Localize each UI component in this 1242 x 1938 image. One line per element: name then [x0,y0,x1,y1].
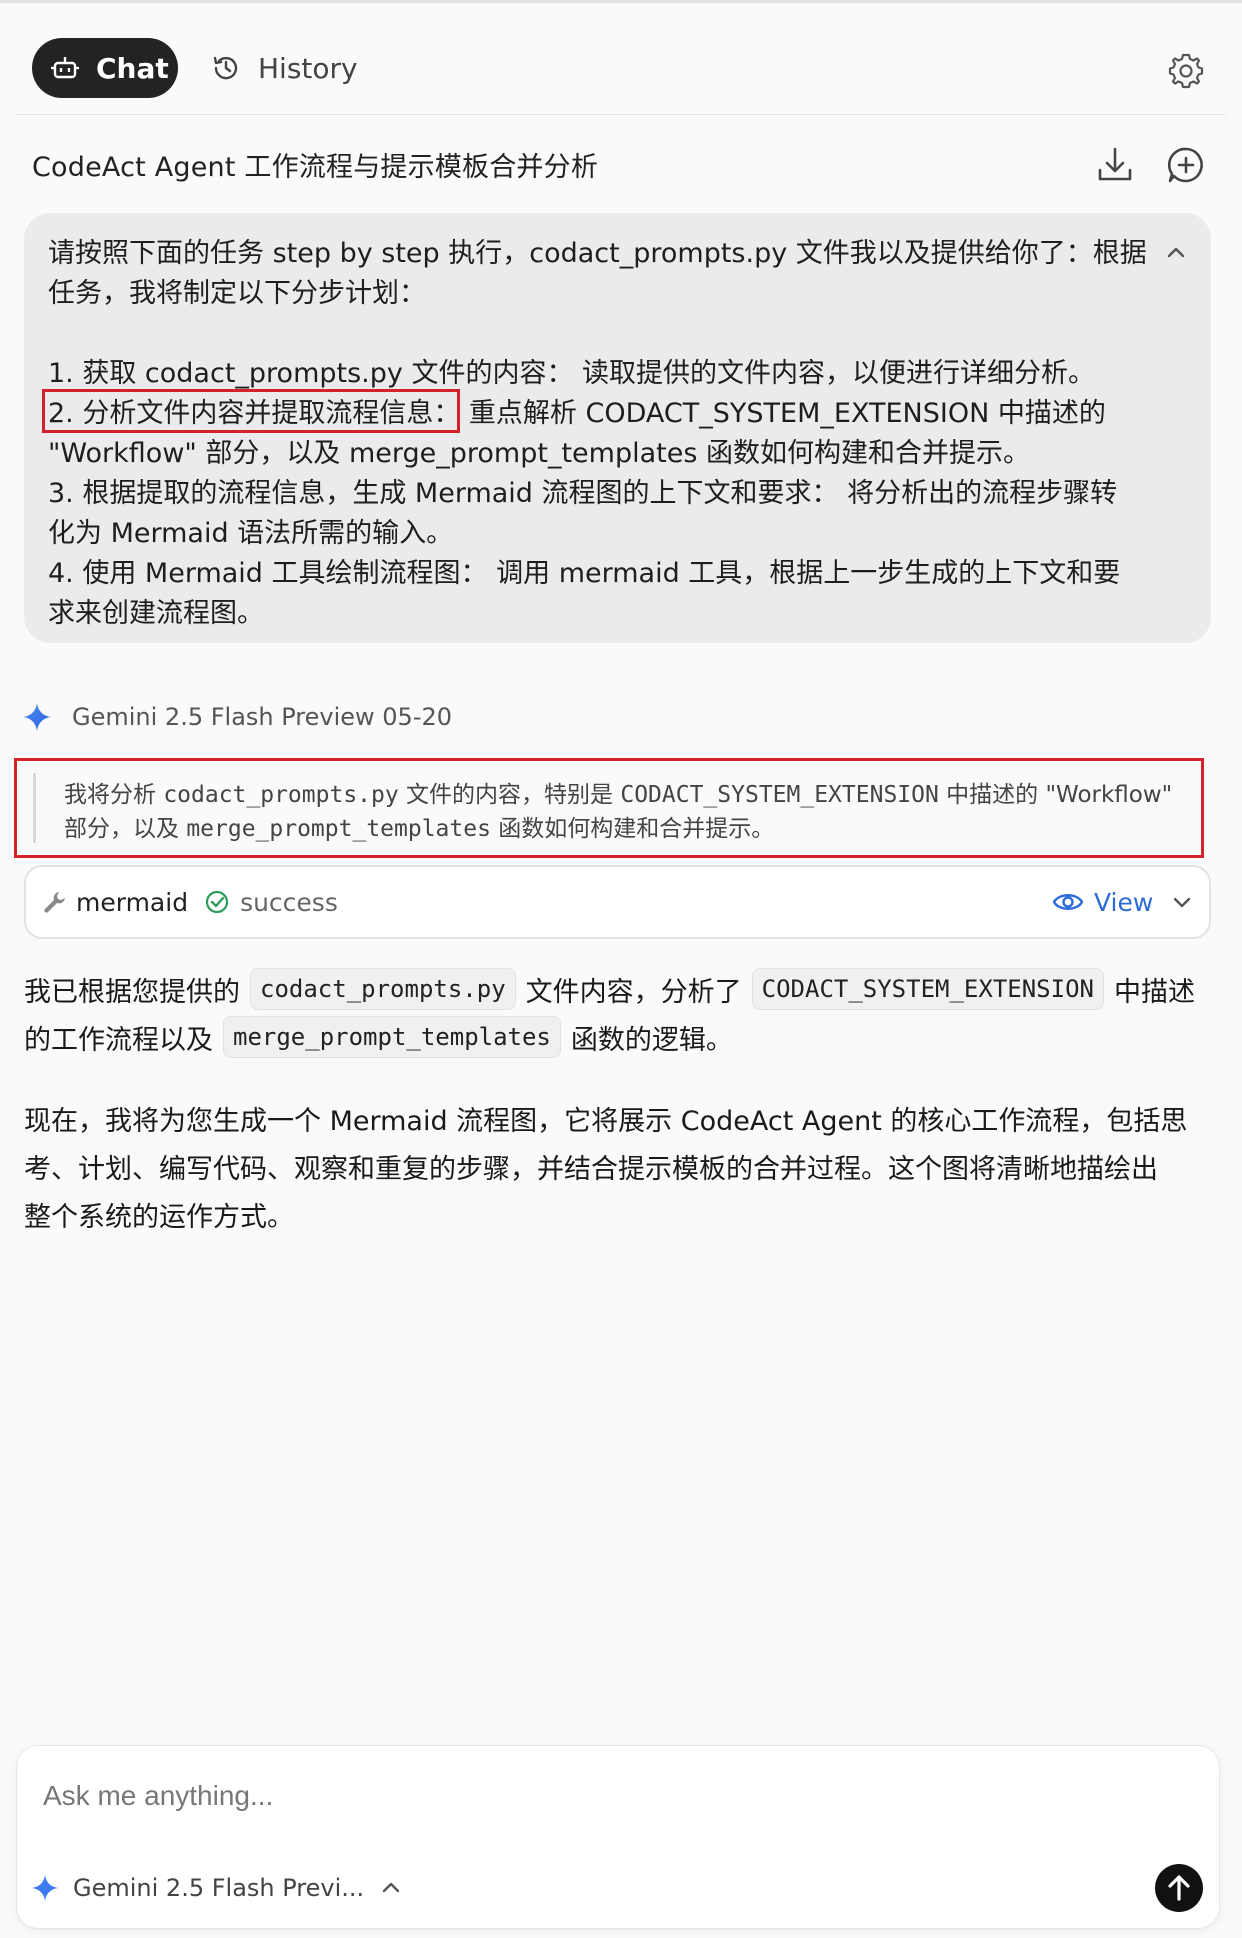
conversation-title: CodeAct Agent 工作流程与提示模板合并分析 [32,152,599,183]
expand-tool-button[interactable] [1168,867,1196,937]
response-text: 函数的逻辑。 [570,1024,733,1056]
settings-button[interactable] [1164,49,1208,93]
new-chat-button[interactable] [1164,143,1208,187]
download-button[interactable] [1093,143,1137,187]
user-message-line: 请按照下面的任务 step by step 执行，codact_prompts.… [48,238,1147,269]
thinking-line: 我将分析 codact_prompts.py 文件的内容，特别是 CODACT_… [64,775,1172,809]
download-icon [1093,147,1137,191]
response-text: 我已根据您提供的 [24,976,240,1008]
tool-call-info: mermaid success [42,867,338,937]
check-circle-icon [204,889,230,915]
history-icon [210,52,242,84]
response-line: 考、计划、编写代码、观察和重复的步骤，并结合提示模板的合并过程。这个图将清晰地描… [24,1154,1158,1185]
chevron-up-icon [1162,247,1190,271]
app-frame: Chat History CodeAct Agent 工作流程与提示模板合并分析… [0,0,1242,1938]
sparkle-icon [22,702,52,732]
response-line: 现在，我将为您生成一个 Mermaid 流程图，它将展示 CodeAct Age… [24,1106,1188,1137]
thinking-quote: 我将分析 codact_prompts.py 文件的内容，特别是 CODACT_… [33,773,1191,843]
tab-history-label: History [258,51,358,85]
response-text: 中描述 [1113,976,1195,1008]
thinking-text: 函数如何构建和合并提示。 [498,816,775,842]
header-divider [16,114,1226,115]
top-bar: Chat History [0,3,1242,113]
inline-code: CODACT_SYSTEM_EXTENSION [751,968,1104,1010]
tool-status: success [240,887,338,917]
user-message-line: "Workflow" 部分，以及 merge_prompt_templates … [48,438,1030,469]
thinking-highlight-box: 我将分析 codact_prompts.py 文件的内容，特别是 CODACT_… [14,758,1204,858]
user-message-line: 任务，我将制定以下分步计划： [48,278,426,309]
thinking-text: 我将分析 [64,782,156,808]
inline-code: merge_prompt_templates [223,1016,561,1058]
user-message-line: 化为 Mermaid 语法所需的输入。 [48,518,454,549]
thinking-text: 文件的内容，特别是 [406,782,614,808]
thinking-line: 部分，以及 merge_prompt_templates 函数如何构建和合并提示… [64,809,774,843]
wrench-icon [42,889,68,915]
user-message-line: 1. 获取 codact_prompts.py 文件的内容： 读取提供的文件内容… [48,358,1096,389]
thinking-text: 中描述的 "Workflow" [946,782,1173,808]
bot-icon [50,53,80,83]
model-selector-label: Gemini 2.5 Flash Previ... [73,1874,365,1902]
inline-code: codact_prompts.py [250,968,516,1010]
composer: Gemini 2.5 Flash Previ... [16,1745,1220,1929]
thinking-text: 部分，以及 [64,816,179,842]
response-text: 的工作流程以及 [24,1024,213,1056]
arrow-up-icon [1155,1875,1203,1916]
step-2-highlight-box [42,389,460,433]
prompt-input[interactable] [41,1770,1145,1822]
thinking-code: codact_prompts.py [163,782,399,808]
tab-history[interactable]: History [210,38,358,98]
response-text: 文件内容，分析了 [525,976,742,1008]
response-line: 我已根据您提供的 codact_prompts.py 文件内容，分析了 CODA… [24,968,1195,1010]
tool-name: mermaid [76,887,189,917]
user-message-line: 4. 使用 Mermaid 工具绘制流程图： 调用 mermaid 工具，根据上… [48,558,1121,589]
eye-icon [1052,886,1084,918]
chevron-up-icon [378,1875,404,1901]
user-message-line: 3. 根据提取的流程信息，生成 Mermaid 流程图的上下文和要求： 将分析出… [48,478,1118,509]
thinking-code: CODACT_SYSTEM_EXTENSION [620,782,939,808]
sparkle-icon [31,1874,59,1902]
chevron-down-icon [1168,888,1196,916]
response-line: 整个系统的运作方式。 [24,1202,294,1233]
thinking-code: merge_prompt_templates [186,816,491,842]
response-line: 的工作流程以及 merge_prompt_templates 函数的逻辑。 [24,1016,733,1058]
collapse-message-button[interactable] [1162,239,1190,267]
assistant-model-label: Gemini 2.5 Flash Preview 05-20 [22,699,452,735]
model-selector[interactable]: Gemini 2.5 Flash Previ... [31,1868,404,1908]
view-label: View [1094,887,1154,917]
new-chat-icon [1164,147,1208,191]
view-button[interactable]: View [1052,867,1153,937]
assistant-model-name: Gemini 2.5 Flash Preview 05-20 [72,703,453,731]
user-message-line: 求来创建流程图。 [48,598,264,629]
tab-chat-label: Chat [96,51,169,85]
tool-call-card[interactable]: mermaid success View [24,865,1211,939]
send-button[interactable] [1155,1864,1203,1912]
gear-icon [1164,53,1208,97]
tab-chat[interactable]: Chat [32,38,178,98]
